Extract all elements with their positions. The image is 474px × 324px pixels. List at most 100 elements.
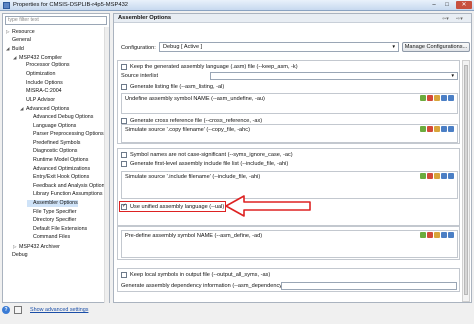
source-interlist-select[interactable]: ▼ <box>210 72 458 80</box>
tree-item-label: Library Function Assumptions <box>33 191 103 198</box>
move-down-icon[interactable] <box>448 173 454 179</box>
tree-item-label: Build <box>12 46 24 53</box>
delete-icon[interactable] <box>427 232 433 238</box>
keep-asm-checkbox[interactable] <box>121 64 127 70</box>
tree-item[interactable]: Debug <box>6 252 28 259</box>
keep-local-symbols-checkbox[interactable] <box>121 272 127 278</box>
highlight-box <box>119 201 226 212</box>
tree-item-label: General <box>12 36 31 43</box>
tree-item[interactable]: Runtime Model Options <box>27 157 88 164</box>
undefine-symbol-label: Undefine assembly symbol NAME (--asm_und… <box>125 96 265 102</box>
delete-icon[interactable] <box>427 173 433 179</box>
tree-item[interactable]: Command Files <box>27 234 70 241</box>
tree-item[interactable]: Optimization <box>20 71 55 78</box>
add-icon[interactable] <box>420 126 426 132</box>
tree-item-label: Predefined Symbols <box>33 139 81 146</box>
configuration-select[interactable]: Debug [ Active ] ▼ <box>159 42 399 52</box>
undefine-symbol-box: Undefine assembly symbol NAME (--asm_und… <box>121 93 458 114</box>
delete-icon[interactable] <box>427 95 433 101</box>
show-advanced-settings-link[interactable]: Show advanced settings <box>30 307 88 313</box>
dependency-label: Generate assembly dependency information… <box>121 283 298 289</box>
edit-icon[interactable] <box>434 95 440 101</box>
tree-item[interactable]: ▷ Resource <box>6 28 35 35</box>
add-icon[interactable] <box>420 95 426 101</box>
tree-item[interactable]: ◢ Advanced Options <box>20 105 69 112</box>
bottom-bar: ? Show advanced settings <box>2 305 472 324</box>
chevron-down-icon: ▼ <box>450 73 455 78</box>
tree-item[interactable]: Feedback and Analysis Options <box>27 183 107 190</box>
tree-item[interactable]: General <box>6 37 31 44</box>
maximize-button[interactable]: □ <box>441 1 453 9</box>
configuration-value: Debug [ Active ] <box>163 44 203 50</box>
dependency-input[interactable] <box>281 282 457 290</box>
tree-item-label: Language Options <box>33 122 77 129</box>
tree-item[interactable]: Parser Preprocessing Options <box>27 131 104 138</box>
keep-asm-label: Keep the generated assembly language (.a… <box>130 64 298 70</box>
scrollbar-thumb[interactable] <box>464 65 468 295</box>
add-icon[interactable] <box>420 173 426 179</box>
list-toolbar <box>419 95 454 103</box>
tree-item[interactable]: File Type Specifier <box>27 209 76 216</box>
tree-item[interactable]: MISRA-C:2004 <box>20 88 62 95</box>
tree-item[interactable]: Advanced Debug Options <box>27 114 93 121</box>
first-level-include-checkbox[interactable] <box>121 161 127 167</box>
back-arrow-icon[interactable]: ⇦▾ <box>442 16 449 22</box>
tree-item-label: File Type Specifier <box>33 208 77 215</box>
forward-arrow-icon[interactable]: ⇨▾ <box>456 16 463 22</box>
tree-item-label: Include Options <box>26 79 63 86</box>
delete-icon[interactable] <box>427 126 433 132</box>
tree-item[interactable]: ULP Advisor <box>20 97 55 104</box>
tree-item[interactable]: Default File Extensions <box>27 226 87 233</box>
tree-item[interactable]: Entry/Exit Hook Options <box>27 174 89 181</box>
options-header: Assembler Options ⇦▾ ⇨▾ <box>114 14 471 23</box>
move-up-icon[interactable] <box>441 95 447 101</box>
tree-item-label: MSP432 Archiver <box>19 244 60 250</box>
tree-item[interactable]: Diagnostic Options <box>27 148 77 155</box>
list-toolbar <box>419 126 454 134</box>
move-up-icon[interactable] <box>441 232 447 238</box>
help-icon[interactable]: ? <box>2 306 10 314</box>
close-button[interactable]: ✕ <box>456 1 472 9</box>
properties-window-icon <box>3 2 10 9</box>
predefine-symbol-label: Pre-define assembly symbol NAME (--asm_d… <box>125 233 263 239</box>
options-panel: Assembler Options ⇦▾ ⇨▾ Configuration: D… <box>113 13 472 303</box>
tree-scrollbar[interactable] <box>104 27 109 303</box>
filter-input[interactable]: type filter text <box>5 16 107 25</box>
edit-icon[interactable] <box>434 232 440 238</box>
tree-item[interactable]: ◢ MSP432 Compiler <box>13 54 62 61</box>
move-up-icon[interactable] <box>441 126 447 132</box>
tree-item[interactable]: Assembler Options <box>27 200 78 207</box>
move-down-icon[interactable] <box>448 95 454 101</box>
move-down-icon[interactable] <box>448 126 454 132</box>
tree-item[interactable]: ▷ MSP432 Archiver <box>13 243 60 250</box>
tree-item-label: Default File Extensions <box>33 225 88 232</box>
minimize-button[interactable]: – <box>428 1 440 9</box>
tree-item[interactable]: ◢ Build <box>6 45 24 52</box>
chevron-down-icon: ▼ <box>391 44 396 49</box>
tree-item[interactable]: Directory Specifier <box>27 217 76 224</box>
tree-item[interactable]: Language Options <box>27 123 76 130</box>
source-interlist-label: Source interlist <box>121 73 158 79</box>
edit-icon[interactable] <box>434 173 440 179</box>
tree-item-label: Processor Options <box>26 62 70 69</box>
import-icon[interactable] <box>14 306 22 314</box>
manage-configurations-button[interactable]: Manage Configurations... <box>402 42 470 52</box>
tree-item-label: Advanced Optimizations <box>33 165 91 172</box>
move-down-icon[interactable] <box>448 232 454 238</box>
tree-item-label: Entry/Exit Hook Options <box>33 174 90 181</box>
move-up-icon[interactable] <box>441 173 447 179</box>
tree-item[interactable]: Predefined Symbols <box>27 140 80 147</box>
tree-item-label: Resource <box>12 29 35 35</box>
red-arrow-annotation <box>225 195 311 217</box>
tree-item[interactable]: Processor Options <box>20 62 70 69</box>
listing-file-checkbox[interactable] <box>121 84 127 90</box>
tree-item[interactable]: Include Options <box>20 80 63 87</box>
tree-item[interactable]: Advanced Optimizations <box>27 166 90 173</box>
edit-icon[interactable] <box>434 126 440 132</box>
title-bar: Properties for CMSIS-DSPLIB-r4p5-MSP432 … <box>0 0 474 11</box>
tree-item-label: Runtime Model Options <box>33 157 89 163</box>
options-scrollbar[interactable] <box>462 60 470 302</box>
tree-item[interactable]: Library Function Assumptions <box>27 191 102 198</box>
syms-ignore-case-checkbox[interactable] <box>121 152 127 158</box>
add-icon[interactable] <box>420 232 426 238</box>
